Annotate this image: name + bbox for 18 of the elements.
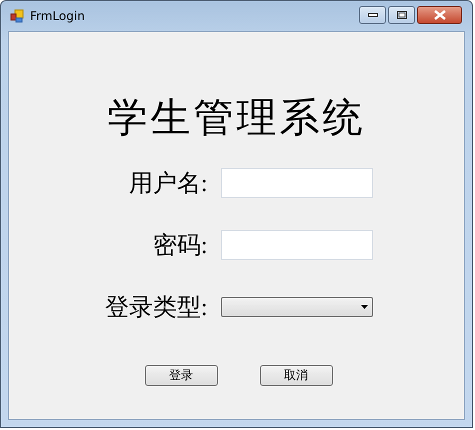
close-icon: [434, 10, 446, 20]
field-label: 登录类型:: [104, 294, 208, 323]
login-button[interactable]: 登录: [144, 365, 218, 386]
app-icon: [10, 9, 24, 23]
maximize-icon: [396, 11, 406, 19]
minimize-button[interactable]: [359, 6, 386, 24]
window-title: FrmLogin: [30, 9, 85, 23]
cancel-button[interactable]: 取消: [260, 365, 332, 386]
caret-icon: [360, 305, 368, 309]
dropdown[interactable]: [220, 297, 372, 317]
app-heading: 学生管理系统: [108, 94, 366, 142]
input-field[interactable]: [220, 230, 372, 260]
field-label: 密码:: [152, 232, 208, 261]
maximize-button[interactable]: [388, 6, 415, 24]
minimize-icon: [368, 13, 378, 17]
input-field[interactable]: [220, 168, 372, 198]
close-button[interactable]: [417, 6, 462, 24]
field-label: 用户名:: [128, 170, 208, 199]
